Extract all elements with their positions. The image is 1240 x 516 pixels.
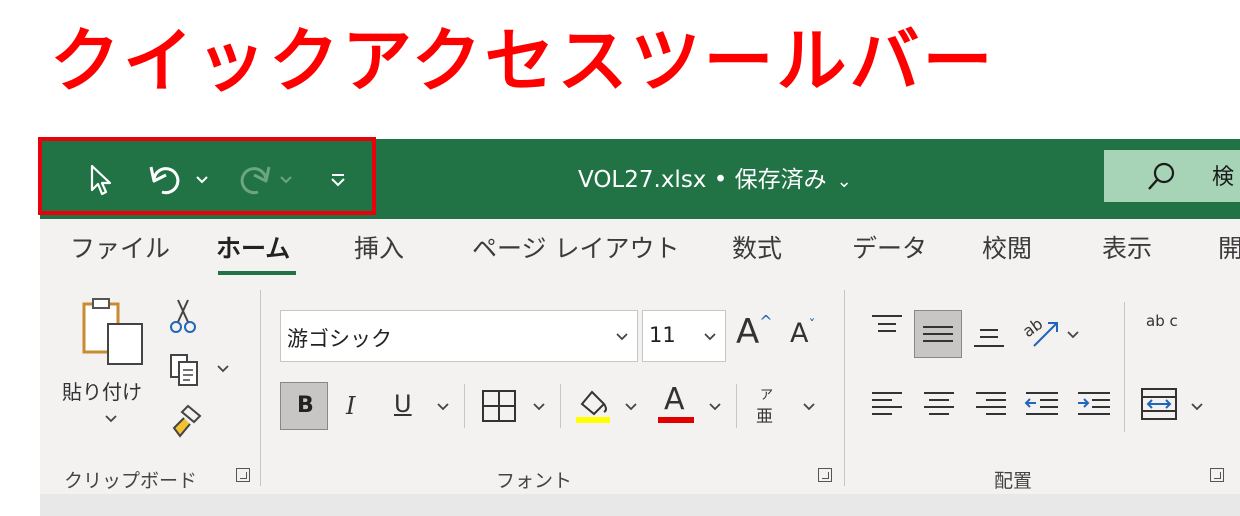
borders-icon[interactable] [480,388,518,424]
paste-label[interactable]: 貼り付け [62,376,142,405]
format-painter-icon[interactable] [166,402,206,442]
fill-color-icon[interactable] [574,386,612,424]
document-title-text: VOL27.xlsx • 保存済み [578,167,827,193]
underline-button[interactable]: U [394,390,412,418]
grow-font-button[interactable]: A^ [736,312,773,352]
alignment-group-label: 配置 [994,470,1033,492]
copy-dropdown-icon[interactable] [216,364,230,374]
chevron-down-icon [704,333,716,341]
align-center-icon[interactable] [922,388,956,420]
group-separator [1124,302,1125,432]
align-middle-button[interactable] [914,310,962,358]
tab-view[interactable]: 表示 [1102,232,1152,266]
grow-font-letter: A [736,312,760,352]
phonetic-bottom: 亜 [756,407,773,427]
phonetic-guide-button[interactable]: ア 亜 [756,384,782,430]
headline: クイックアクセスツールバー [50,20,996,102]
tab-insert[interactable]: 挿入 [354,232,404,266]
decrease-indent-icon[interactable] [1024,388,1060,420]
tab-data[interactable]: データ [852,232,927,266]
cut-icon[interactable] [168,298,198,334]
tab-review[interactable]: 校閲 [982,232,1032,266]
phonetic-top: ア [760,388,774,403]
tab-developer[interactable]: 開 [1218,232,1240,266]
active-tab-underline [218,271,296,275]
font-color-dropdown-icon[interactable] [708,402,722,412]
align-left-icon[interactable] [870,388,904,420]
align-middle-icon [923,326,953,342]
align-bottom-icon[interactable] [972,318,1006,350]
shrink-font-button[interactable]: Aˇ [790,318,815,349]
group-separator [736,384,737,428]
caret-down-icon: ˇ [808,318,816,334]
bold-button[interactable]: B [280,382,328,430]
caret-up-icon: ^ [759,312,773,331]
chevron-down-icon: ⌄ [836,171,852,192]
alignment-dialog-launcher-icon[interactable] [1210,468,1224,482]
copy-icon[interactable] [168,352,204,388]
tab-file[interactable]: ファイル [70,232,170,266]
italic-button[interactable]: I [346,392,355,420]
clipboard-dialog-launcher-icon[interactable] [236,468,250,482]
shrink-font-letter: A [790,318,809,349]
font-name-value: 游ゴシック [287,327,392,351]
group-separator [844,290,845,486]
tab-home[interactable]: ホーム [216,232,290,266]
font-color-letter: A [664,382,685,417]
document-title[interactable]: VOL27.xlsx • 保存済み ⌄ [578,160,852,200]
group-separator [464,384,465,428]
font-size-box[interactable]: 11 [642,310,726,362]
clipboard-group-label: クリップボード [64,470,198,492]
wrap-text-button[interactable]: ab c [1146,312,1178,330]
search-icon [1148,162,1175,190]
tab-page-layout[interactable]: ページ レイアウト [472,232,679,266]
merge-dropdown-icon[interactable] [1190,402,1204,412]
increase-indent-icon[interactable] [1076,388,1112,420]
align-top-icon[interactable] [870,312,904,342]
font-name-box[interactable]: 游ゴシック [280,310,638,362]
bold-label: B [297,393,314,418]
ribbon-bottom-strip [40,494,1240,516]
merge-center-icon[interactable] [1140,386,1180,422]
font-size-value: 11 [649,323,676,347]
group-separator [560,384,561,428]
underline-dropdown-icon[interactable] [436,402,450,412]
search-placeholder: 検 [1212,165,1235,190]
font-group-label: フォント [496,470,573,492]
font-color-button[interactable]: A [656,382,696,424]
phonetic-dropdown-icon[interactable] [802,402,816,412]
borders-dropdown-icon[interactable] [532,402,546,412]
paste-dropdown-icon[interactable] [104,414,118,424]
fill-color-dropdown-icon[interactable] [624,402,638,412]
orientation-icon[interactable]: ab [1020,312,1062,350]
qat-highlight-box [38,137,376,215]
font-color-swatch [658,417,694,423]
tab-formulas[interactable]: 数式 [732,232,782,266]
chevron-down-icon [616,333,628,341]
orientation-dropdown-icon[interactable] [1066,330,1080,340]
font-dialog-launcher-icon[interactable] [818,468,832,482]
group-separator [260,290,261,486]
paste-icon[interactable] [78,296,148,368]
wrap-text-label: ab c [1146,312,1178,330]
align-right-icon[interactable] [974,388,1008,420]
